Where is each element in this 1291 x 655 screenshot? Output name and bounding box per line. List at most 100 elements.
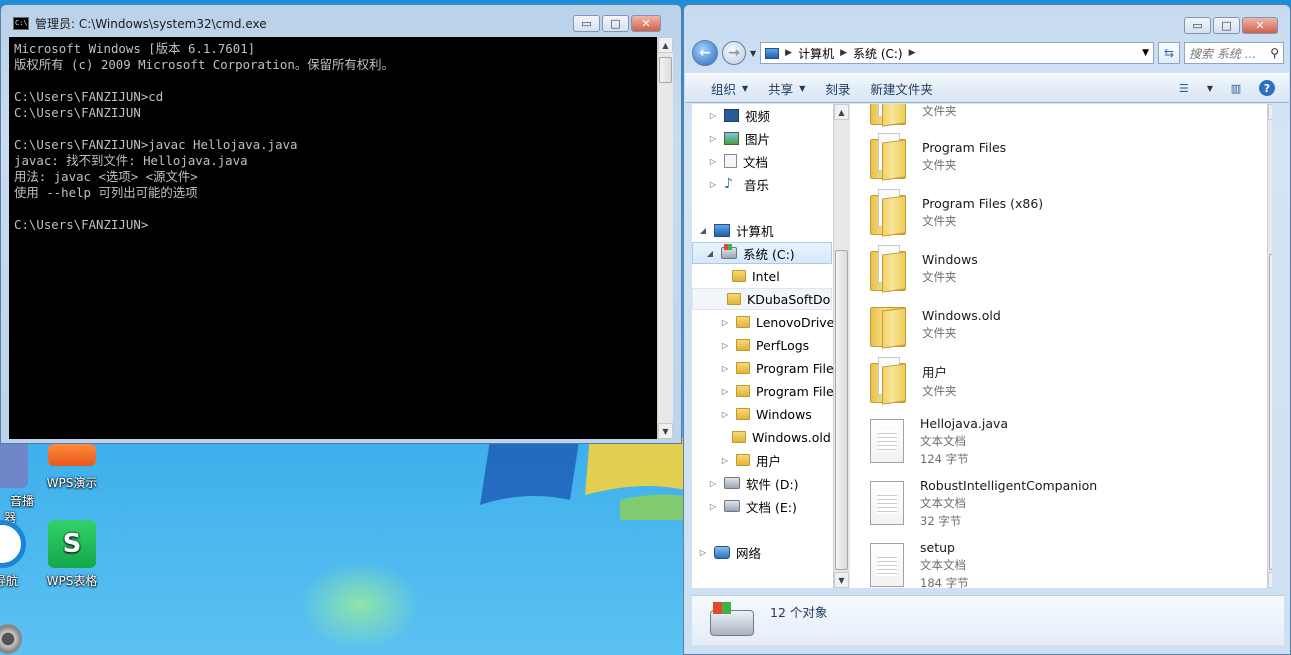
chevron-right-icon[interactable]: ▶ [840,48,847,58]
help-icon[interactable]: ? [1259,80,1275,96]
desktop-icon-navigation[interactable]: 导航 [0,520,34,589]
nav-item-intel[interactable]: Intel [732,265,780,287]
navigation-pane[interactable]: ▷ 视频 ▷ 图片 ▷ 文档 ▷ ♪ 音乐 ◢ 计算机 ◢ 系统 (C:) Intel KDu… [692,104,849,588]
nav-item-network[interactable]: ▷ 网络 [698,541,761,563]
nav-item-lenovodrivers[interactable]: ▷ LenovoDrivers [720,311,846,333]
view-options-icon[interactable]: ☰ [1175,80,1193,96]
console-line: 用法: javac <选项> <源文件> [14,169,198,184]
expand-icon[interactable]: ▷ [708,180,718,189]
drive-icon [724,500,740,512]
close-button[interactable]: ✕ [1242,17,1278,34]
nav-scrollbar[interactable]: ▲ ▼ [833,104,849,588]
preview-pane-icon[interactable]: ▥ [1227,80,1245,96]
file-list[interactable]: 文件夹 Program Files 文件夹 Program Files (x86)… [849,104,1272,588]
scroll-down-button[interactable]: ▼ [658,423,673,439]
scroll-up-button[interactable]: ▲ [658,37,673,53]
maximize-button[interactable]: □ [1213,17,1240,34]
console-scrollbar[interactable]: ▲ ▼ [657,37,673,439]
expand-icon[interactable]: ▷ [708,502,718,511]
nav-item-documents[interactable]: ▷ 文档 [708,150,768,172]
organize-menu[interactable]: 组织 ▼ [701,74,758,102]
scroll-thumb[interactable] [835,250,848,570]
scroll-thumb[interactable] [659,57,672,83]
address-dropdown-icon[interactable]: ▼ [1142,48,1149,58]
nav-item-windows-old[interactable]: Windows.old [732,426,831,448]
file-item-robust[interactable]: RobustIntelligentCompanion 文本文档 32 字节 [870,472,1097,534]
explorer-window[interactable]: ▭ □ ✕ ← → ▼ ▶ 计算机 ▶ 系统 (C:) ▶ ▼ ⇆ 搜索 系统 … [683,4,1291,655]
chevron-down-icon[interactable]: ▼ [1207,84,1213,93]
expand-icon[interactable]: ▷ [720,318,730,327]
share-menu[interactable]: 共享 ▼ [758,74,815,102]
folder-icon [732,270,746,282]
search-icon[interactable]: ⚲ [1270,46,1279,60]
nav-item-pictures[interactable]: ▷ 图片 [708,127,770,149]
expand-icon[interactable]: ▷ [720,341,730,350]
address-bar[interactable]: ▶ 计算机 ▶ 系统 (C:) ▶ ▼ [760,42,1154,64]
nav-item-videos[interactable]: ▷ 视频 [708,104,770,126]
minimize-button[interactable]: ▭ [573,15,600,32]
nav-item-system-c[interactable]: ◢ 系统 (C:) [692,242,832,264]
close-button[interactable]: ✕ [631,15,661,32]
burn-button[interactable]: 刻录 [815,74,860,102]
scroll-up-button[interactable]: ▲ [834,104,849,120]
file-item-program-files[interactable]: Program Files 文件夹 [870,128,1006,184]
nav-item-users[interactable]: ▷ 用户 [720,449,781,471]
nav-item-kdubasoftdo[interactable]: KDubaSoftDo [692,288,832,310]
search-input[interactable]: 搜索 系统 ... ⚲ [1184,42,1284,64]
scroll-down-button[interactable]: ▼ [834,572,849,588]
cmd-titlebar[interactable]: C:\ 管理员: C:\Windows\system32\cmd.exe [13,13,267,33]
desktop-icon-player[interactable]: 音播 器 [0,440,36,526]
recent-pages-dropdown[interactable]: ▼ [750,49,756,58]
player-icon [0,440,28,488]
nav-item-drive-e[interactable]: ▷ 文档 (E:) [708,495,797,517]
nav-item-computer[interactable]: ◢ 计算机 [698,219,774,241]
expand-icon[interactable]: ▷ [698,548,708,557]
collapse-icon[interactable]: ◢ [705,249,715,258]
share-label: 共享 [768,81,794,97]
nav-item-windows[interactable]: ▷ Windows [720,403,812,425]
scroll-thumb[interactable] [1269,254,1272,570]
file-name: Program Files (x86) [922,195,1044,211]
file-item-setup[interactable]: setup 文本文档 184 字节 [870,534,969,588]
breadcrumb-computer[interactable]: 计算机 [798,45,834,62]
refresh-button[interactable]: ⇆ [1158,42,1180,64]
scroll-up-button[interactable]: ▲ [1268,104,1272,120]
expand-icon[interactable]: ▷ [720,456,730,465]
chevron-right-icon[interactable]: ▶ [909,48,916,58]
file-item-folder[interactable]: 文件夹 [870,104,957,130]
film-reel-icon[interactable] [0,624,22,654]
file-item-program-files-x86[interactable]: Program Files (x86) 文件夹 [870,184,1043,240]
nav-label: 用户 [756,453,782,469]
minimize-button[interactable]: ▭ [1184,17,1211,34]
expand-icon[interactable]: ▷ [720,364,730,373]
nav-item-program-files-x86[interactable]: ▷ Program Files [720,380,840,402]
new-folder-button[interactable]: 新建文件夹 [860,74,943,102]
file-item-windows[interactable]: Windows 文件夹 [870,240,978,296]
expand-icon[interactable]: ▷ [720,387,730,396]
file-item-windows-old[interactable]: Windows.old 文件夹 [870,296,1001,352]
nav-item-program-files[interactable]: ▷ Program Files [720,357,840,379]
nav-item-drive-d[interactable]: ▷ 软件 (D:) [708,472,799,494]
cmd-window[interactable]: C:\ 管理员: C:\Windows\system32\cmd.exe ▭ □… [0,4,682,444]
back-button[interactable]: ← [692,40,718,66]
collapse-icon[interactable]: ◢ [698,226,708,235]
scroll-down-button[interactable]: ▼ [1268,572,1272,588]
expand-icon[interactable]: ▷ [708,157,718,166]
folder-icon [732,431,746,443]
desktop-icon-wps-spreadsheet[interactable]: S WPS表格 [40,520,104,589]
nav-item-perflogs[interactable]: ▷ PerfLogs [720,334,809,356]
expand-icon[interactable]: ▷ [720,410,730,419]
content-scrollbar[interactable]: ▲ ▼ [1267,104,1272,588]
breadcrumb-system-c[interactable]: 系统 (C:) [853,45,903,62]
expand-icon[interactable]: ▷ [708,479,718,488]
maximize-button[interactable]: □ [602,15,629,32]
console-output[interactable]: Microsoft Windows [版本 6.1.7601] 版权所有 (c) … [9,37,657,439]
forward-button[interactable]: → [722,41,746,65]
nav-item-music[interactable]: ▷ ♪ 音乐 [708,173,769,195]
chevron-right-icon[interactable]: ▶ [785,48,792,58]
expand-icon[interactable]: ▷ [708,111,718,120]
file-item-users[interactable]: 用户 文件夹 [870,352,957,408]
desktop-icon-wps-presentation[interactable]: WPS演示 [40,444,104,491]
expand-icon[interactable]: ▷ [708,134,718,143]
file-item-hellojava[interactable]: Hellojava.java 文本文档 124 字节 [870,410,1008,472]
